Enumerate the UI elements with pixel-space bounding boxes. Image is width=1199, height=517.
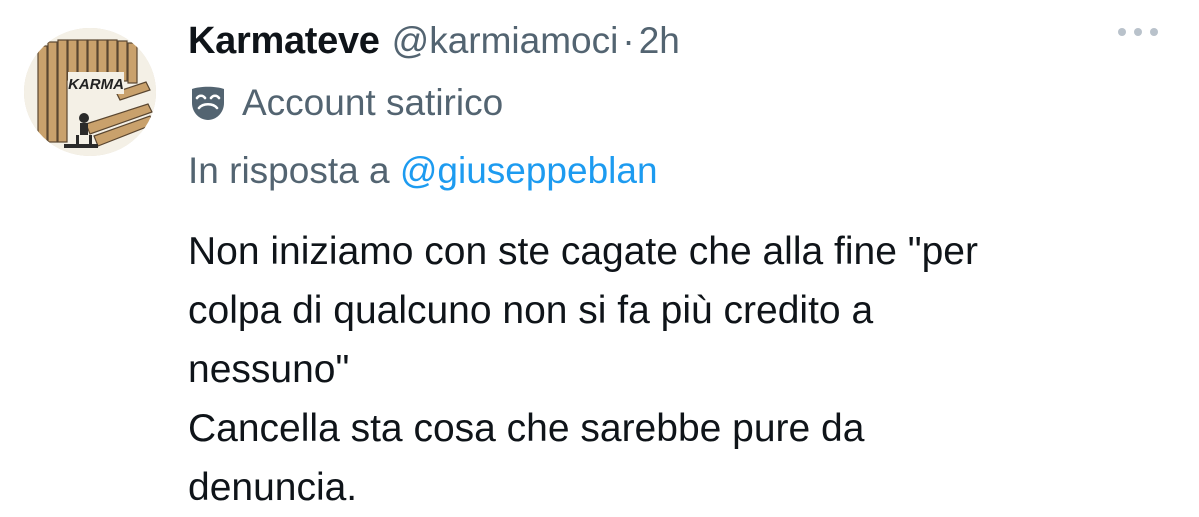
tweet-text-line: Cancella sta cosa che sarebbe pure da xyxy=(188,407,865,450)
reply-context: In risposta a @giuseppeblan xyxy=(188,150,658,192)
tweet-text-line: denuncia. xyxy=(188,466,358,509)
account-label-text: Account satirico xyxy=(242,82,504,123)
header-separator: · xyxy=(622,20,635,61)
avatar-brand-text: KARMA xyxy=(68,76,124,93)
more-options-icon[interactable] xyxy=(1118,28,1158,36)
author-name[interactable]: Karmateve xyxy=(188,20,380,63)
tweet-timestamp[interactable]: 2h xyxy=(639,20,680,62)
tweet-text: Non iniziamo con ste cagate che alla fin… xyxy=(188,222,1178,517)
reply-to-link[interactable]: @giuseppeblan xyxy=(400,150,658,191)
author-handle[interactable]: @karmiamoci xyxy=(392,20,619,62)
tweet-text-line: Non iniziamo con ste cagate che alla fin… xyxy=(188,230,978,273)
tweet-text-line: nessuno" xyxy=(188,348,350,391)
account-label[interactable]: Account satirico xyxy=(188,82,503,124)
avatar[interactable]: KARMA xyxy=(24,28,156,156)
tweet-header: Karmateve @karmiamoci · 2h xyxy=(188,20,680,63)
reply-prefix: In risposta a xyxy=(188,150,390,191)
theater-mask-icon xyxy=(188,83,228,123)
tweet-text-line: colpa di qualcuno non si fa più credito … xyxy=(188,289,874,332)
